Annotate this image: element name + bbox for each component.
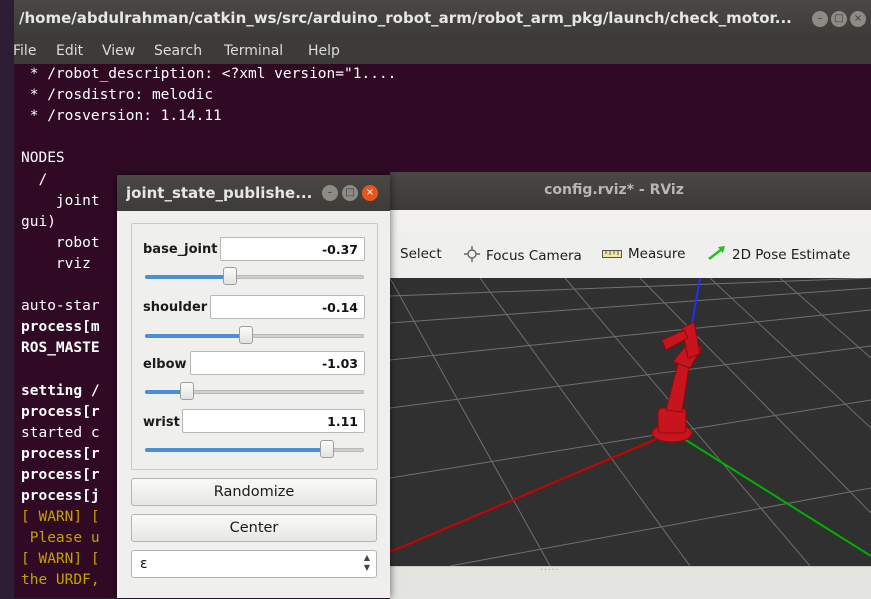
measure-label: Measure [628, 246, 686, 262]
terminal-menubar: File Edit View Search Terminal Help [13, 38, 871, 64]
joint-value-elbow[interactable]: -1.03 [190, 351, 365, 375]
rviz-title: config.rviz* - RViz [544, 182, 684, 198]
terminal-line: rviz [21, 255, 91, 272]
slider-handle[interactable] [223, 267, 237, 285]
joint-label-shoulder: shoulder [143, 300, 208, 315]
terminal-line: process[r [21, 403, 100, 420]
terminal-line: process[r [21, 445, 100, 462]
joint-label-wrist: wrist [143, 415, 180, 430]
3d-viewport[interactable] [390, 278, 871, 566]
menu-view[interactable]: View [102, 43, 135, 59]
minimize-icon[interactable]: – [322, 185, 338, 201]
joint-value-wrist[interactable]: 1.11 [182, 409, 365, 433]
terminal-line: gui) [21, 213, 56, 230]
jsp-titlebar[interactable]: joint_state_publishe... – □ × [117, 175, 390, 211]
randomize-button[interactable]: Randomize [131, 478, 377, 506]
terminal-line: ROS_MASTE [21, 340, 100, 357]
menu-terminal[interactable]: Terminal [224, 43, 283, 59]
maximize-icon[interactable]: □ [342, 185, 358, 201]
ruler-icon [602, 246, 622, 262]
close-icon[interactable]: × [850, 11, 866, 27]
focus-camera-icon [464, 246, 480, 266]
slider-fill [145, 275, 230, 279]
terminal-line: started c [21, 424, 100, 441]
terminal-line: process[m [21, 319, 100, 336]
slider-fill [145, 448, 327, 452]
menu-edit[interactable]: Edit [56, 43, 83, 59]
robot-arm-model[interactable] [651, 321, 703, 443]
rviz-window[interactable]: config.rviz* - RViz Select Focus Camera … [388, 172, 871, 599]
slider-handle[interactable] [180, 382, 194, 400]
terminal-line: * /robot_description: <?xml version="1..… [21, 66, 397, 82]
splitter-handle[interactable]: ..... [540, 563, 559, 573]
spin-box[interactable]: ε ▲ ▼ [131, 550, 377, 578]
terminal-line: process[r [21, 466, 100, 483]
joint-label-base-joint: base_joint [143, 242, 218, 257]
terminal-titlebar[interactable]: /home/abdulrahman/catkin_ws/src/arduino_… [14, 0, 871, 38]
joint-value-shoulder[interactable]: -0.14 [210, 295, 365, 319]
rviz-titlebar[interactable]: config.rviz* - RViz [390, 172, 871, 210]
joint-slider-wrist[interactable] [145, 440, 364, 458]
minimize-icon[interactable]: – [812, 11, 828, 27]
joint-slider-group: base_joint -0.37 shoulder -0.14 elbow -1… [131, 223, 378, 470]
ground-grid [390, 278, 871, 566]
slider-fill [145, 334, 246, 338]
terminal-line: / [21, 171, 48, 188]
menu-search[interactable]: Search [154, 43, 202, 59]
terminal-title: /home/abdulrahman/catkin_ws/src/arduino_… [19, 9, 792, 27]
joint-slider-base-joint[interactable] [145, 267, 364, 285]
joint-value-base-joint[interactable]: -0.37 [220, 237, 365, 261]
joint-slider-shoulder[interactable] [145, 326, 364, 344]
menu-file[interactable]: File [13, 43, 36, 59]
terminal-line: auto-star [21, 298, 100, 315]
rviz-toolbar: Select Focus Camera Measure 2D Pose Esti… [388, 232, 871, 278]
terminal-line: setting / [21, 382, 100, 399]
select-tool-label: Select [400, 246, 442, 262]
measure-tool[interactable]: Measure [602, 246, 685, 266]
center-button[interactable]: Center [131, 514, 377, 542]
terminal-line: [ WARN] [ [21, 509, 100, 526]
terminal-line: * /rosversion: 1.14.11 [21, 108, 222, 125]
slider-handle[interactable] [239, 326, 253, 344]
joint-state-publisher-window[interactable]: joint_state_publishe... – □ × base_joint… [117, 175, 390, 598]
spin-box-value: ε [140, 556, 148, 572]
rviz-menubar [390, 210, 871, 232]
rviz-status-area: ..... [390, 563, 871, 599]
menu-help[interactable]: Help [308, 43, 340, 59]
terminal-line: * /rosdistro: melodic [21, 87, 214, 104]
terminal-line: process[j [21, 488, 100, 504]
terminal-line: NODES [21, 150, 65, 167]
terminal-line: robot [21, 234, 100, 251]
terminal-line: joint [21, 192, 100, 209]
pose-estimate-tool[interactable]: 2D Pose Estimate [708, 246, 850, 266]
terminal-line: Please u [21, 530, 100, 547]
terminal-line: the URDF, [21, 572, 100, 589]
joint-label-elbow: elbow [143, 357, 187, 372]
jsp-title: joint_state_publishe... [126, 184, 313, 202]
x-axis [390, 431, 674, 553]
focus-camera-tool[interactable]: Focus Camera [464, 246, 582, 266]
pose-estimate-label: 2D Pose Estimate [732, 247, 851, 263]
select-tool[interactable]: Select [388, 246, 442, 266]
joint-slider-elbow[interactable] [145, 382, 364, 400]
focus-camera-label: Focus Camera [486, 248, 582, 264]
close-icon[interactable]: × [362, 185, 378, 201]
maximize-icon[interactable]: □ [831, 11, 847, 27]
spin-arrows-icon[interactable]: ▲ ▼ [360, 553, 374, 575]
slider-handle[interactable] [320, 440, 334, 458]
green-arrow-icon [708, 246, 726, 264]
terminal-line: [ WARN] [ [21, 551, 100, 568]
